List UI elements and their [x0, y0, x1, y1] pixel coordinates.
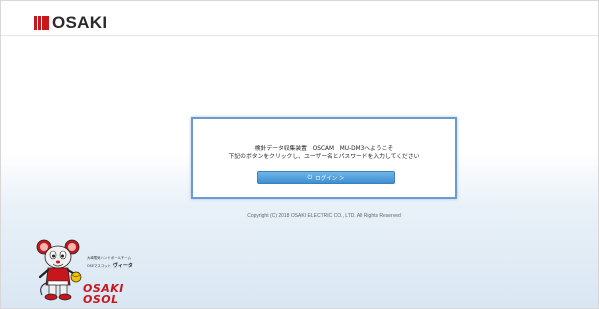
login-button-label: ログイン ＞ — [315, 175, 345, 182]
power-icon: ⏻ — [307, 173, 313, 181]
brand-name: OSAKI — [52, 13, 108, 32]
mascot-team-caption: 大崎電気ハンドボールチーム — [87, 256, 131, 260]
osaki-osol-logo: OSAKI OSOL — [83, 283, 141, 309]
login-button[interactable]: ⏻ ログイン ＞ — [257, 171, 395, 184]
mascot-role-caption: OSEマスコット — [87, 264, 111, 268]
copyright-text: Copyright (C) 2018 OSAKI ELECTRIC CO., L… — [247, 213, 401, 219]
mascot-name: ヴィータ — [112, 263, 133, 269]
mascot-caption: 大崎電気ハンドボールチーム OSEマスコット ヴィータ — [87, 255, 133, 269]
instruction-message: 下記のボタンをクリックし、ユーザー名とパスワードを入力してください — [228, 154, 420, 160]
login-page: OSAKI 検針データ収集装置 OSCAM MU-DM3へようこそ 下記のボタン… — [0, 0, 599, 309]
mascot-illustration — [36, 239, 82, 301]
osaki-logo: OSAKI — [34, 12, 107, 34]
osol-logo-line2: OSOL — [83, 293, 119, 306]
osaki-logo-mark-icon — [34, 16, 49, 30]
login-panel: 検針データ収集装置 OSCAM MU-DM3へようこそ 下記のボタンをクリックし… — [191, 117, 457, 199]
header-divider — [1, 35, 598, 36]
